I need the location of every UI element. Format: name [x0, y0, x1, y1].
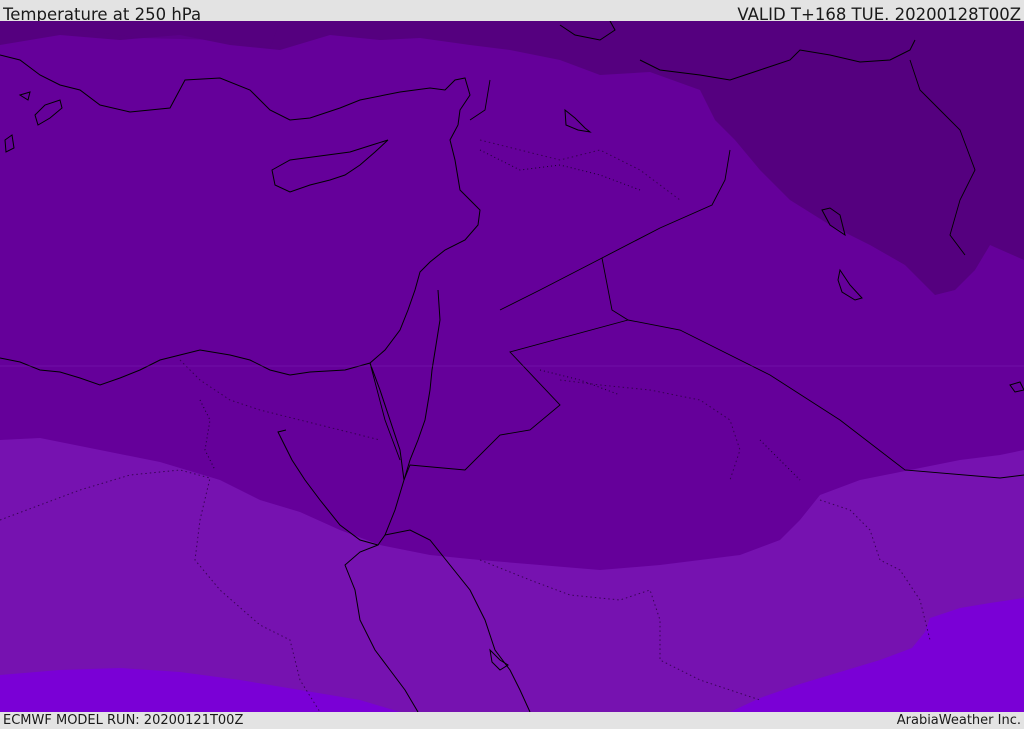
- weather-map: [0, 21, 1024, 712]
- map-title: Temperature at 250 hPa: [3, 5, 202, 21]
- credit-label: ArabiaWeather Inc.: [896, 713, 1021, 728]
- header-bar: Temperature at 250 hPa VALID T+168 TUE. …: [0, 0, 1024, 21]
- footer-bar: ECMWF MODEL RUN: 20200121T00Z ArabiaWeat…: [0, 712, 1024, 729]
- valid-time-label: VALID T+168 TUE. 20200128T00Z: [737, 5, 1021, 21]
- model-run-label: ECMWF MODEL RUN: 20200121T00Z: [3, 713, 244, 728]
